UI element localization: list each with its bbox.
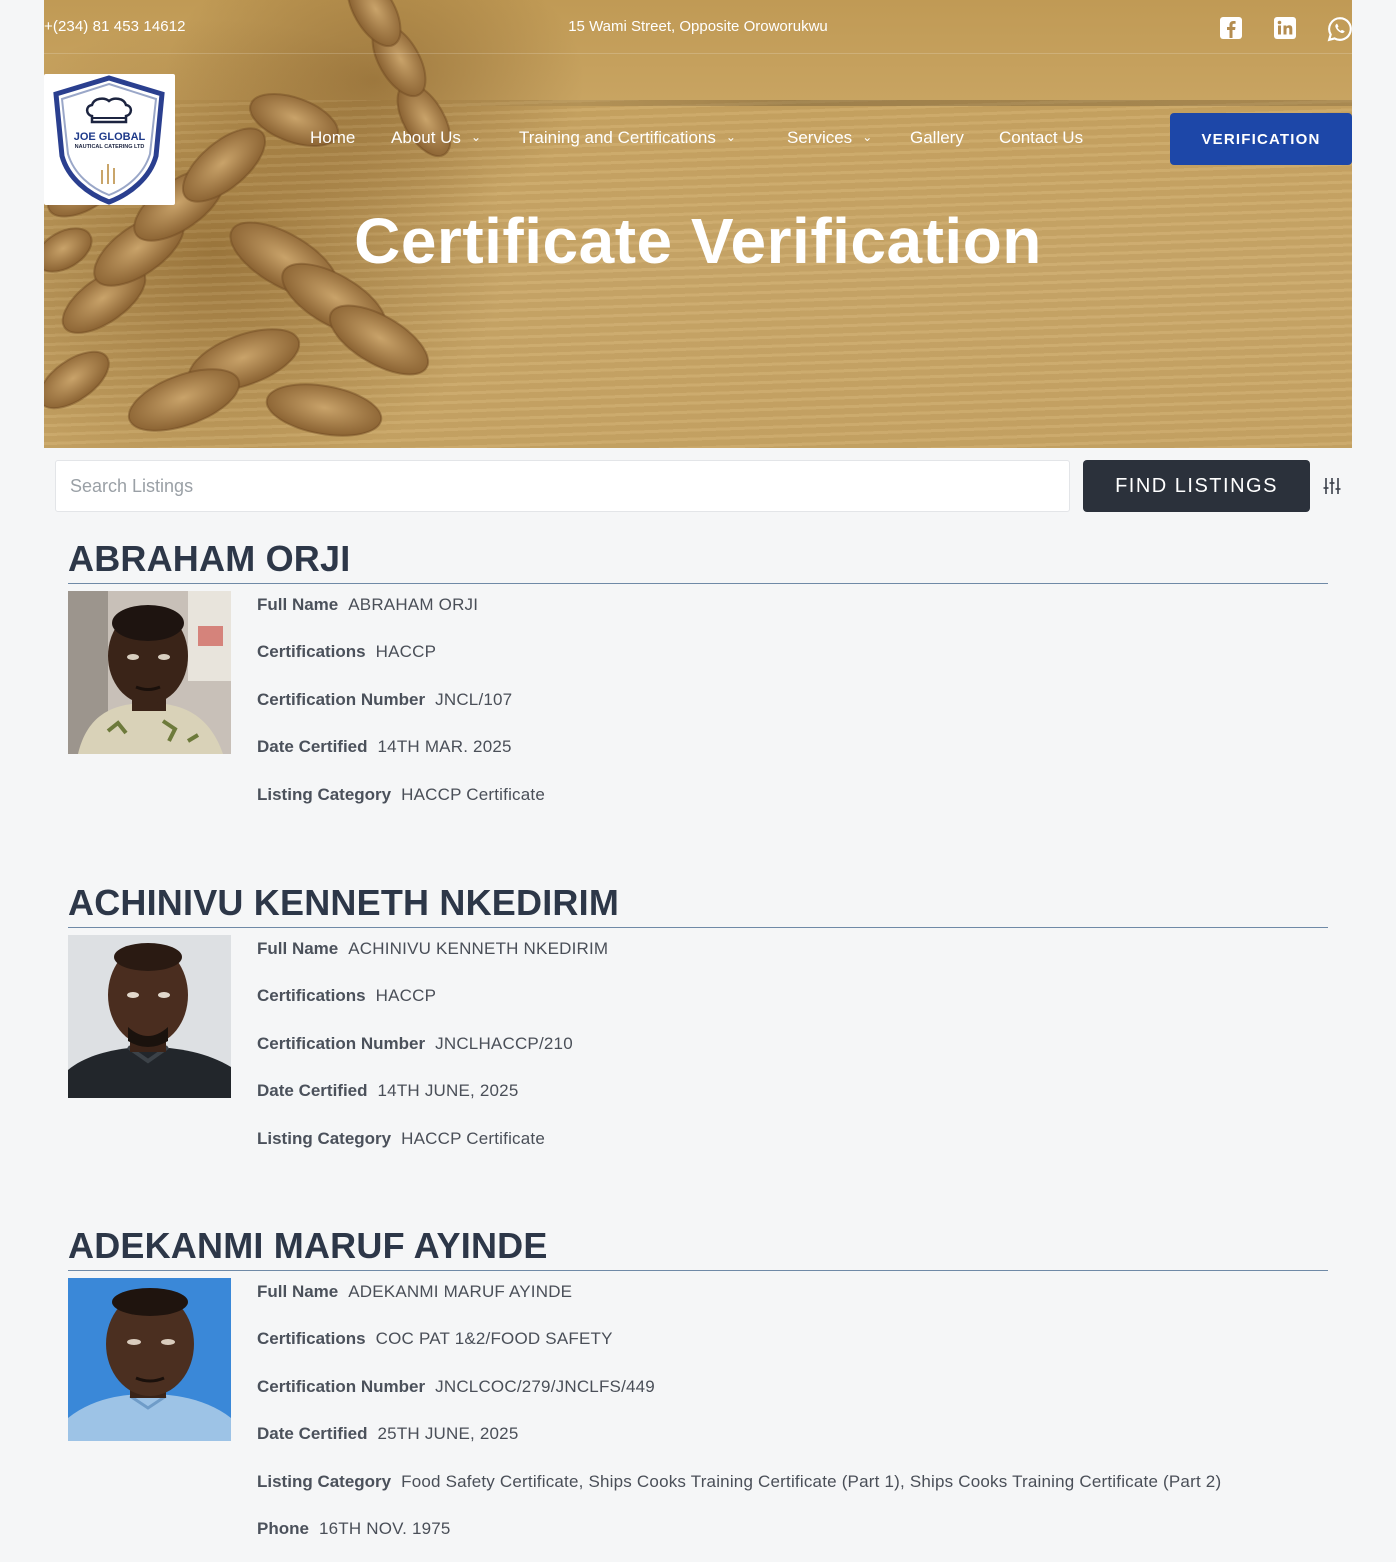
field-value: HACCP (375, 986, 437, 1006)
whatsapp-icon[interactable] (1327, 16, 1353, 42)
field-certifications: Certifications COC PAT 1&2/FOOD SAFETY (257, 1325, 1357, 1372)
listing-photo[interactable] (68, 1278, 231, 1441)
field-listing-category: Listing Category HACCP Certificate (257, 1125, 1357, 1172)
chevron-down-icon: ⌄ (470, 130, 481, 144)
field-value: JNCL/107 (435, 689, 513, 709)
field-label: Listing Category (257, 1471, 392, 1491)
field-value: HACCP Certificate (401, 784, 545, 804)
topbar-divider (44, 53, 1352, 54)
field-label: Date Certified (257, 737, 368, 757)
find-listings-button[interactable]: FIND LISTINGS (1083, 460, 1310, 512)
field-value: JNCLCOC/279/JNCLFS/449 (435, 1376, 655, 1396)
field-date-certified: Date Certified 14TH MAR. 2025 (257, 733, 1357, 780)
field-label: Full Name (257, 595, 339, 614)
nav-training-label: Training and Certifications (519, 128, 716, 147)
topbar-address: 15 Wami Street, Opposite Oroworukwu (568, 18, 828, 35)
listing-photo[interactable] (68, 935, 231, 1098)
field-phone: Phone 16TH NOV. 1975 (257, 1515, 1357, 1562)
listing-fields: Full Name ABRAHAM ORJI Certifications HACC… (257, 591, 1357, 828)
logo-title: JOE GLOBAL (73, 131, 146, 143)
field-label: Certification Number (257, 1376, 426, 1396)
field-cert-number: Certification Number JNCLHACCP/210 (257, 1030, 1357, 1077)
field-value: 25TH JUNE, 2025 (377, 1424, 519, 1444)
nav-home-label: Home (310, 128, 356, 147)
linkedin-icon[interactable] (1273, 16, 1297, 40)
field-value: 16TH NOV. 1975 (318, 1518, 451, 1538)
nav-services-label: Services (787, 128, 853, 147)
nav-services[interactable]: Services ⌄ (787, 128, 872, 148)
listing-fields: Full Name ADEKANMI MARUF AYINDE Certifica… (257, 1278, 1357, 1562)
search-input[interactable] (55, 460, 1070, 512)
field-label: Full Name (257, 1282, 339, 1301)
nav-gallery-label: Gallery (910, 128, 964, 147)
field-label: Date Certified (257, 1424, 368, 1444)
listing-title[interactable]: ABRAHAM ORJI (68, 537, 1328, 581)
field-label: Full Name (257, 939, 339, 958)
field-listing-category: Listing Category Food Safety Certificate,… (257, 1468, 1357, 1515)
field-label: Listing Category (257, 784, 392, 804)
nav-contact-label: Contact Us (999, 128, 1084, 147)
listing-title[interactable]: ADEKANMI MARUF AYINDE (68, 1224, 1328, 1268)
field-value: HACCP (375, 642, 437, 662)
field-full-name: Full Name ACHINIVU KENNETH NKEDIRIM (257, 935, 1357, 982)
verification-button[interactable]: VERIFICATION (1170, 113, 1352, 165)
field-value: JNCLHACCP/210 (435, 1033, 573, 1053)
field-certifications: Certifications HACCP (257, 982, 1357, 1029)
listing-title[interactable]: ACHINIVU KENNETH NKEDIRIM (68, 881, 1328, 925)
facebook-icon[interactable] (1219, 16, 1243, 40)
field-date-certified: Date Certified 25TH JUNE, 2025 (257, 1420, 1357, 1467)
field-value: Food Safety Certificate, Ships Cooks Tra… (401, 1471, 1222, 1491)
nav-training[interactable]: Training and Certifications ⌄ (519, 128, 736, 148)
field-label: Certification Number (257, 1033, 426, 1053)
nav-home[interactable]: Home (310, 128, 355, 148)
field-label: Certifications (257, 642, 366, 662)
field-label: Certification Number (257, 689, 426, 709)
field-cert-number: Certification Number JNCLCOC/279/JNCLFS/4… (257, 1373, 1357, 1420)
sliders-icon[interactable] (1322, 476, 1342, 496)
field-cert-number: Certification Number JNCL/107 (257, 686, 1357, 733)
listing-fields: Full Name ACHINIVU KENNETH NKEDIRIM Certi… (257, 935, 1357, 1172)
listing-divider (68, 1270, 1328, 1271)
chevron-down-icon: ⌄ (725, 130, 736, 144)
company-logo[interactable]: JOE GLOBAL NAUTICAL CATERING LTD (44, 74, 175, 205)
field-label: Date Certified (257, 1081, 368, 1101)
field-value: 14TH JUNE, 2025 (377, 1081, 519, 1101)
listing-card: ACHINIVU KENNETH NKEDIRIM Full Name ACHIN… (68, 881, 1328, 1148)
field-date-certified: Date Certified 14TH JUNE, 2025 (257, 1077, 1357, 1124)
field-value: HACCP Certificate (401, 1128, 545, 1148)
field-certifications: Certifications HACCP (257, 638, 1357, 685)
nav-about-us[interactable]: About Us ⌄ (391, 128, 481, 148)
nav-about-label: About Us (391, 128, 461, 147)
page-title: Certificate Verification (354, 205, 1042, 277)
field-label: Phone (257, 1518, 309, 1538)
field-label: Listing Category (257, 1128, 392, 1148)
field-label: Certifications (257, 1329, 366, 1349)
field-full-name: Full Name ADEKANMI MARUF AYINDE (257, 1278, 1357, 1325)
listing-photo[interactable] (68, 591, 231, 754)
field-value: ADEKANMI MARUF AYINDE (348, 1282, 573, 1301)
listing-divider (68, 583, 1328, 584)
listing-card: ADEKANMI MARUF AYINDE Full Name ADEKANMI … (68, 1224, 1328, 1538)
listing-divider (68, 927, 1328, 928)
field-value: COC PAT 1&2/FOOD SAFETY (375, 1329, 613, 1349)
field-full-name: Full Name ABRAHAM ORJI (257, 591, 1357, 638)
field-value: ACHINIVU KENNETH NKEDIRIM (348, 939, 609, 958)
field-value: 14TH MAR. 2025 (377, 737, 512, 757)
chevron-down-icon: ⌄ (862, 130, 873, 144)
field-label: Certifications (257, 986, 366, 1006)
nav-contact-us[interactable]: Contact Us (999, 128, 1083, 148)
logo-subtitle: NAUTICAL CATERING LTD (74, 144, 145, 150)
listing-card: ABRAHAM ORJI Full Name ABRAHAM ORJI Certi… (68, 537, 1328, 804)
field-value: ABRAHAM ORJI (348, 595, 479, 614)
field-listing-category: Listing Category HACCP Certificate (257, 781, 1357, 828)
nav-gallery[interactable]: Gallery (910, 128, 964, 148)
